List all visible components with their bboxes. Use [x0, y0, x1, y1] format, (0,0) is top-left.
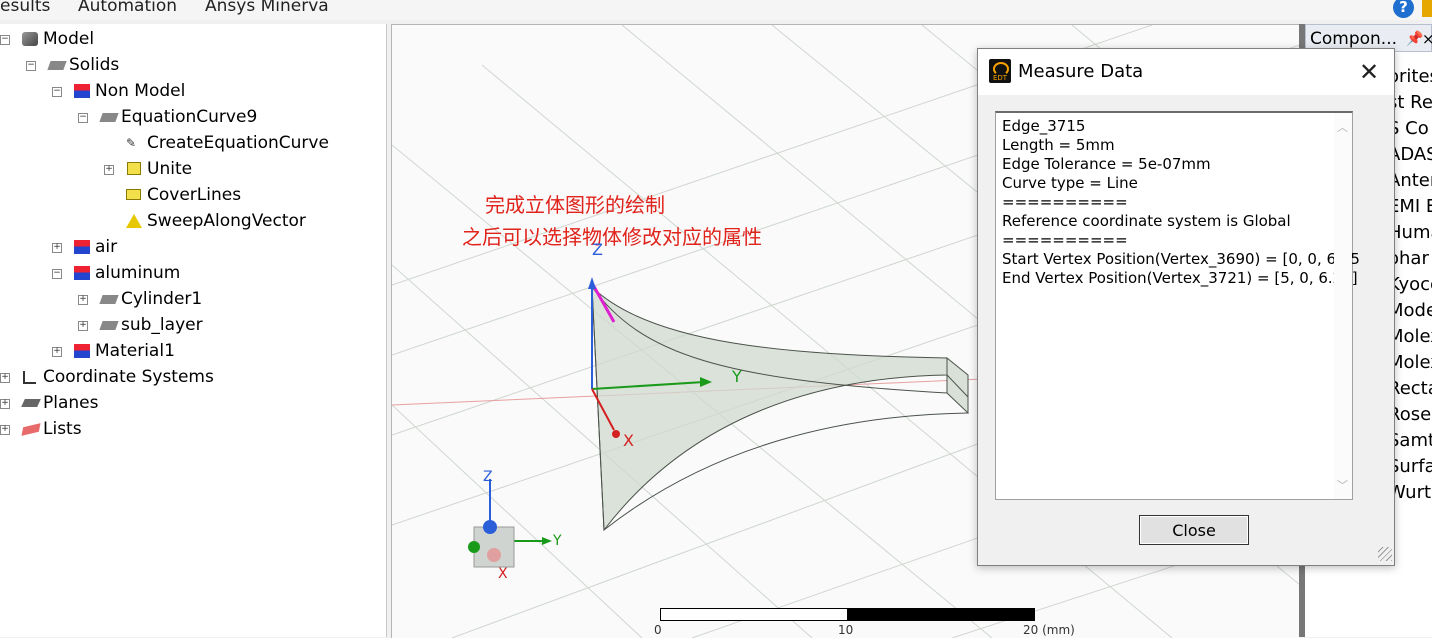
menu-bar: esults Automation Ansys Minerva ?: [0, 0, 1432, 20]
tree-node-label: Model: [43, 29, 95, 49]
expand-icon[interactable]: +: [0, 399, 10, 409]
expand-icon[interactable]: +: [104, 165, 114, 175]
expand-icon[interactable]: +: [78, 295, 88, 305]
scale-label-10: 10: [838, 623, 854, 637]
solid-object-icon: [99, 295, 119, 304]
material-icon: [74, 84, 90, 98]
expand-icon[interactable]: +: [52, 243, 62, 253]
resize-grip-icon[interactable]: [1378, 547, 1392, 561]
measure-line: Edge_3715: [1002, 117, 1086, 135]
measure-line: Curve type = Line: [1002, 174, 1138, 192]
tree-node-label: Material1: [95, 341, 175, 361]
triad-y-label: Y: [553, 533, 562, 549]
create-curve-icon: ✎: [126, 136, 137, 150]
triad-x-label: X: [498, 566, 508, 582]
measure-data-dialog: EDT Measure Data ✕ Edge_3715 Length = 5m…: [977, 48, 1395, 566]
toolbar-extra-icon[interactable]: [1422, 0, 1432, 17]
annotation-line-2: 之后可以选择物体修改对应的属性: [462, 225, 762, 249]
collapse-icon[interactable]: −: [26, 61, 36, 71]
tree-node-label: Planes: [43, 393, 99, 413]
project-tree: − Model − Solids − Non Model − EquationC…: [0, 24, 387, 637]
triad-z-label: Z: [483, 469, 493, 485]
measure-line: Reference coordinate system is Global: [1002, 212, 1291, 230]
y-axis-label: Y: [732, 367, 742, 386]
lists-icon: [21, 423, 41, 436]
tree-node-label: EquationCurve9: [121, 107, 258, 127]
close-icon[interactable]: ×: [1422, 25, 1432, 53]
measure-line: Length = 5mm: [1002, 136, 1115, 154]
x-axis-label: X: [623, 431, 634, 450]
dialog-titlebar[interactable]: EDT Measure Data ✕: [978, 49, 1394, 95]
measure-line: ==========: [1002, 231, 1128, 249]
menu-automation[interactable]: Automation: [78, 0, 177, 16]
pin-icon[interactable]: 📌: [1406, 25, 1423, 53]
material-icon: [74, 344, 90, 358]
solids-icon: [47, 61, 67, 70]
measure-line: Edge Tolerance = 5e-07mm: [1002, 155, 1211, 173]
expand-icon[interactable]: +: [52, 347, 62, 357]
measure-output-textbox[interactable]: Edge_3715 Length = 5mm Edge Tolerance = …: [995, 111, 1360, 500]
menu-ansys-minerva[interactable]: Ansys Minerva: [205, 0, 329, 16]
swept-solid[interactable]: [591, 285, 969, 532]
tree-node-label: Non Model: [95, 81, 186, 101]
expand-icon[interactable]: +: [0, 373, 10, 383]
tree-node-label: sub_layer: [121, 315, 203, 335]
unite-icon: [127, 162, 141, 175]
coordinate-systems-icon: [23, 371, 36, 384]
planes-icon: [21, 399, 41, 407]
cover-lines-icon: [126, 189, 141, 200]
tree-node-label: CreateEquationCurve: [147, 133, 329, 153]
measure-line: End Vertex Position(Vertex_3721) = [5, 0…: [1002, 269, 1358, 287]
tree-node-label: Solids: [69, 55, 120, 75]
solid-object-icon: [99, 321, 119, 330]
collapse-icon[interactable]: −: [0, 35, 10, 45]
dialog-title: Measure Data: [1018, 61, 1144, 82]
tree-node-label: SweepAlongVector: [147, 211, 306, 231]
solid-object-icon: [99, 113, 119, 122]
tree-node-label: Lists: [43, 419, 82, 439]
scale-label-20: 20 (mm): [1023, 623, 1075, 637]
orientation-triad[interactable]: [462, 465, 582, 585]
vertical-scrollbar[interactable]: ︿ ﹀: [1334, 113, 1352, 499]
expand-icon[interactable]: +: [78, 321, 88, 331]
material-icon: [74, 266, 90, 280]
scale-label-0: 0: [654, 623, 662, 637]
measure-line: Start Vertex Position(Vertex_3690) = [0,…: [1002, 250, 1360, 268]
tree-node-label: aluminum: [95, 263, 181, 283]
scroll-up-icon[interactable]: ︿: [1337, 119, 1348, 135]
tree-node-label: Cylinder1: [121, 289, 203, 309]
tree-node-label: Unite: [147, 159, 193, 179]
annotation-line-1: 完成立体图形的绘制: [485, 193, 665, 217]
edt-app-icon: EDT: [989, 59, 1011, 83]
help-icon[interactable]: ?: [1393, 0, 1414, 18]
measure-line: ==========: [1002, 193, 1128, 211]
collapse-icon[interactable]: −: [78, 113, 88, 123]
expand-icon[interactable]: +: [0, 425, 10, 435]
scale-bar: [660, 608, 1035, 621]
menu-results[interactable]: esults: [0, 0, 50, 16]
collapse-icon[interactable]: −: [52, 87, 62, 97]
tree-node-label: air: [95, 237, 118, 257]
material-icon: [74, 240, 90, 254]
tree-node-label: Coordinate Systems: [43, 367, 214, 387]
z-axis-label: Z: [592, 240, 603, 259]
close-icon[interactable]: ✕: [1359, 58, 1379, 86]
scroll-down-icon[interactable]: ﹀: [1337, 477, 1348, 493]
tree-node-label: CoverLines: [147, 185, 242, 205]
model-icon: [22, 32, 38, 46]
close-button[interactable]: Close: [1139, 515, 1249, 545]
collapse-icon[interactable]: −: [52, 269, 62, 279]
sweep-icon: [126, 214, 142, 228]
